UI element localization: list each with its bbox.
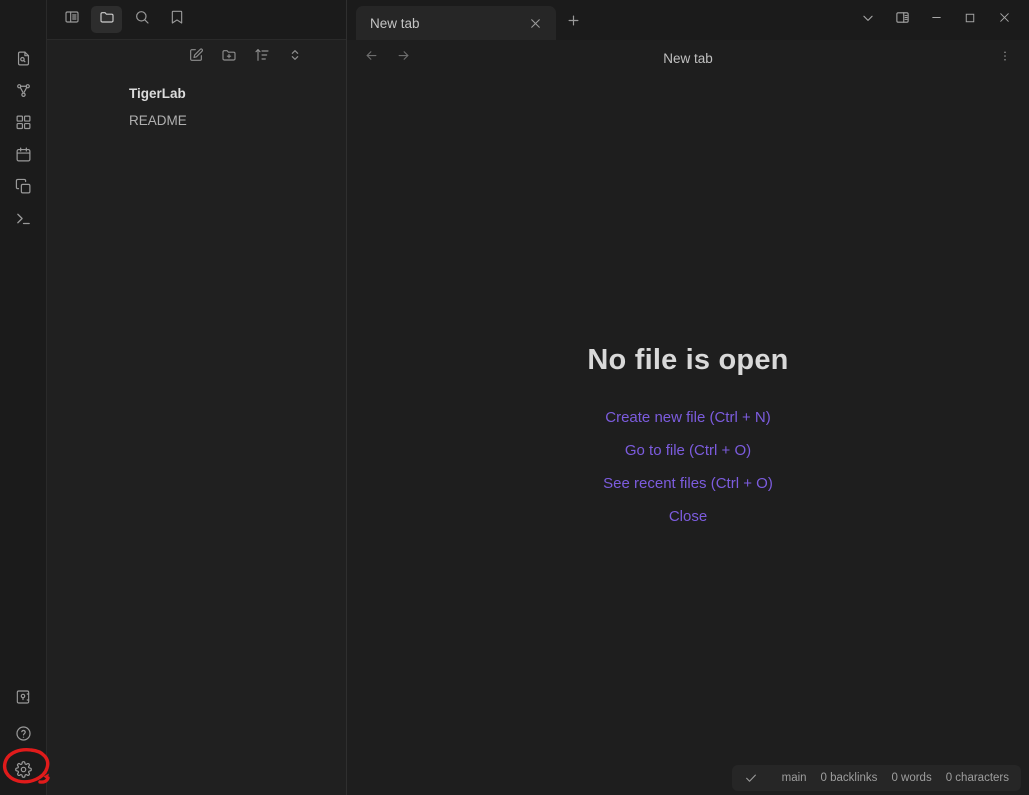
toggle-right-sidebar-button[interactable]: [885, 3, 919, 37]
new-note-icon: [188, 47, 204, 68]
navigate-back-button[interactable]: [361, 48, 381, 68]
view-header-title: New tab: [663, 50, 713, 66]
arrow-left-icon: [364, 48, 379, 68]
more-vertical-icon: [998, 49, 1012, 68]
see-recent-files-link[interactable]: See recent files (Ctrl + O): [603, 475, 773, 492]
more-options-button[interactable]: [995, 48, 1015, 68]
close-link[interactable]: Close: [669, 508, 707, 525]
status-characters[interactable]: 0 characters: [946, 772, 1009, 784]
new-folder-icon: [221, 47, 237, 68]
grid-icon: [15, 114, 32, 131]
bookmark-icon: [169, 9, 185, 30]
new-folder-button[interactable]: [219, 47, 239, 67]
view-header-nav: [361, 48, 413, 68]
graph-icon: [15, 82, 32, 99]
status-branch[interactable]: main: [782, 772, 807, 784]
tab-label: New tab: [370, 15, 420, 31]
empty-state-view: No file is open Create new file (Ctrl + …: [347, 76, 1029, 795]
ribbon-item-vault-switcher[interactable]: [7, 681, 39, 713]
file-explorer-sidebar: TigerLab README: [47, 0, 347, 795]
tree-item-vault-root[interactable]: TigerLab: [47, 80, 346, 107]
ribbon-item-help[interactable]: [7, 717, 39, 749]
main-workspace: New tab New tab No file is open Create n…: [347, 0, 1029, 795]
ribbon-bottom-group: [7, 681, 39, 795]
calendar-icon: [15, 146, 32, 163]
sort-order-button[interactable]: [252, 47, 272, 67]
copy-icon: [15, 178, 32, 195]
sidebar-toggle-icon: [64, 9, 80, 30]
maximize-button[interactable]: [953, 3, 987, 37]
tree-item-label: README: [129, 113, 187, 128]
ribbon-item-graph-view[interactable]: [7, 74, 39, 106]
tree-item-label: TigerLab: [129, 86, 186, 101]
create-new-file-link[interactable]: Create new file (Ctrl + N): [605, 409, 770, 426]
status-words[interactable]: 0 words: [891, 772, 931, 784]
terminal-icon: [15, 210, 32, 227]
sidebar-tab-files[interactable]: [91, 6, 122, 33]
new-note-button[interactable]: [186, 47, 206, 67]
ribbon-item-daily-note[interactable]: [7, 138, 39, 170]
tree-item-readme[interactable]: README: [47, 107, 346, 134]
minimize-icon: [930, 11, 943, 29]
toggle-left-sidebar-button[interactable]: [56, 6, 87, 33]
ribbon-item-terminal[interactable]: [7, 202, 39, 234]
window-titlebar: New tab: [347, 0, 1029, 40]
folder-icon: [99, 9, 115, 30]
check-icon[interactable]: [744, 771, 758, 785]
window-controls: [851, 0, 1021, 40]
maximize-icon: [964, 11, 976, 29]
sidebar-tab-bookmarks[interactable]: [161, 6, 192, 33]
collapse-expand-button[interactable]: [285, 47, 305, 67]
tab-new-tab[interactable]: New tab: [356, 6, 556, 40]
tab-strip: New tab: [347, 0, 590, 40]
close-button[interactable]: [987, 3, 1021, 37]
sort-icon: [254, 47, 270, 68]
close-icon[interactable]: [526, 14, 544, 32]
file-tree: TigerLab README: [47, 74, 346, 134]
file-explorer-toolbar: [47, 40, 346, 74]
help-icon: [15, 725, 32, 742]
sidebar-tab-header: [47, 0, 346, 40]
ribbon-item-canvas[interactable]: [7, 106, 39, 138]
ribbon-item-quick-switcher[interactable]: [7, 42, 39, 74]
arrow-right-icon: [396, 48, 411, 68]
ribbon-sidebar: [0, 0, 47, 795]
right-sidebar-icon: [895, 10, 910, 30]
navigate-forward-button[interactable]: [393, 48, 413, 68]
obsidian-window: t: [0, 0, 1029, 795]
view-header: New tab: [347, 40, 1029, 76]
go-to-file-link[interactable]: Go to file (Ctrl + O): [625, 442, 751, 459]
ribbon-item-templates[interactable]: [7, 170, 39, 202]
chevron-down-icon: [861, 11, 875, 30]
close-icon: [998, 11, 1011, 29]
vault-icon: [15, 689, 31, 705]
search-icon: [134, 9, 150, 30]
sidebar-tab-search[interactable]: [126, 6, 157, 33]
file-search-icon: [15, 50, 32, 67]
collapse-expand-icon: [287, 47, 303, 68]
minimize-button[interactable]: [919, 3, 953, 37]
status-backlinks[interactable]: 0 backlinks: [821, 772, 878, 784]
new-tab-button[interactable]: [556, 6, 590, 40]
page-title: No file is open: [587, 344, 789, 376]
plus-icon: [566, 13, 581, 33]
status-bar: main 0 backlinks 0 words 0 characters: [731, 765, 1021, 791]
tab-list-button[interactable]: [851, 3, 885, 37]
gear-icon: [14, 760, 32, 778]
ribbon-item-settings[interactable]: [7, 753, 39, 785]
empty-state-actions: Create new file (Ctrl + N) Go to file (C…: [603, 409, 773, 525]
